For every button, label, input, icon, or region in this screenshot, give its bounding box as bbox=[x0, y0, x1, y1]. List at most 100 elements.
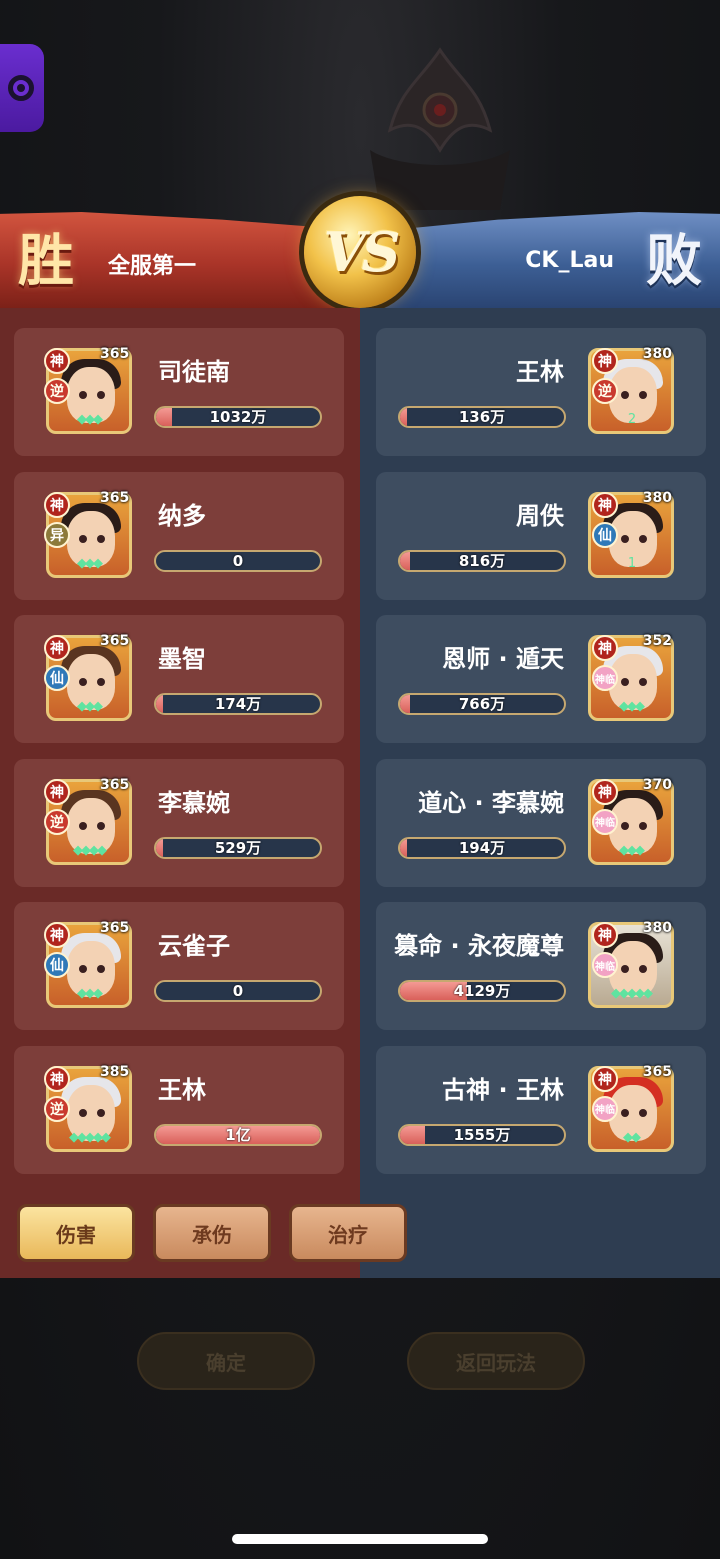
star-gems: ◆◆◆ bbox=[77, 699, 103, 714]
star-gems: ◆◆ bbox=[623, 1129, 641, 1145]
hero-level: 365 bbox=[100, 346, 130, 362]
damage-value: 766万 bbox=[458, 695, 506, 713]
damage-bar: 136万 bbox=[398, 406, 566, 428]
back-to-mode-button[interactable]: 返回玩法 bbox=[407, 1332, 585, 1390]
hero-card[interactable]: ◆◆◆ 365 神仙 墨智 174万 bbox=[14, 615, 344, 743]
hero-card[interactable]: ◆◆◆ 365 神异 纳多 0 bbox=[14, 471, 344, 600]
damage-value: 1032万 bbox=[209, 408, 267, 426]
hero-eye bbox=[639, 391, 647, 399]
hero-card[interactable]: 2 380 神逆 王林 136万 bbox=[376, 328, 706, 456]
floating-record-button[interactable] bbox=[0, 44, 44, 132]
star-gems: ◆◆◆ bbox=[77, 555, 103, 571]
hero-name: 云雀子 bbox=[158, 932, 230, 960]
rank-tag-icon: 神 bbox=[592, 1065, 618, 1092]
hero-level: 380 bbox=[642, 920, 672, 936]
star-gems: ◆◆◆◆◆ bbox=[69, 1129, 111, 1145]
damage-value: 1555万 bbox=[453, 1125, 511, 1144]
star-gems: ◆◆◆◆◆ bbox=[611, 986, 653, 1001]
hero-eye bbox=[79, 534, 87, 543]
hero-eye bbox=[639, 965, 647, 973]
hero-eye bbox=[97, 965, 105, 973]
win-label: 胜 bbox=[18, 228, 74, 294]
faction-tag-icon: 仙 bbox=[592, 521, 618, 548]
faction-tag-icon: 逆 bbox=[592, 378, 618, 404]
faction-tag-icon: 神临 bbox=[592, 808, 618, 835]
damage-value: 174万 bbox=[214, 695, 262, 713]
hero-card[interactable]: ◆◆◆ 370 神神临 道心 · 李慕婉 194万 bbox=[376, 758, 706, 887]
hero-eye bbox=[97, 534, 105, 543]
rank-tag-icon: 神 bbox=[44, 922, 70, 948]
hero-eye bbox=[97, 821, 105, 830]
rank-tag-icon: 神 bbox=[592, 635, 618, 661]
damage-value: 194万 bbox=[458, 838, 506, 857]
star-gems: ◆◆◆ bbox=[77, 986, 103, 1001]
faction-tag-icon: 神临 bbox=[592, 952, 618, 978]
faction-tag-icon: 仙 bbox=[44, 952, 70, 978]
hero-level: 365 bbox=[100, 920, 130, 936]
hero-name: 司徒南 bbox=[158, 358, 230, 386]
hero-level: 365 bbox=[100, 489, 130, 506]
hero-eye bbox=[79, 821, 87, 830]
hero-eye bbox=[79, 678, 87, 686]
hero-level: 365 bbox=[100, 776, 130, 793]
hero-card[interactable]: ◆◆◆◆◆ 380 神神临 篡命 · 永夜魔尊 4129万 bbox=[376, 902, 706, 1030]
damage-value: 0 bbox=[232, 551, 244, 570]
player-name-left: 全服第一 bbox=[108, 254, 197, 279]
damage-bar: 766万 bbox=[398, 693, 566, 715]
damage-bar: 0 bbox=[154, 980, 322, 1002]
hero-card[interactable]: ◆◆ 365 神神临 古神 · 王林 1555万 bbox=[376, 1045, 706, 1174]
hero-name: 王林 bbox=[158, 1075, 206, 1104]
hero-name: 篡命 · 永夜魔尊 bbox=[394, 932, 564, 960]
hero-eye bbox=[621, 678, 629, 686]
tab-damage[interactable]: 伤害 bbox=[17, 1204, 135, 1262]
faction-tag-icon: 逆 bbox=[44, 1095, 70, 1122]
hero-name: 周佚 bbox=[516, 501, 564, 530]
tab-healing[interactable]: 治疗 bbox=[289, 1204, 407, 1262]
damage-bar: 174万 bbox=[154, 693, 322, 715]
damage-bar: 1亿 bbox=[154, 1123, 322, 1146]
hero-level: 385 bbox=[100, 1063, 130, 1080]
star-gems: ◆◆◆ bbox=[619, 699, 645, 714]
hero-eye bbox=[639, 1108, 647, 1117]
vs-text: VS bbox=[323, 220, 401, 284]
hero-card[interactable]: ◆◆◆ 352 神神临 恩师 · 遁天 766万 bbox=[376, 615, 706, 743]
player-name-right: CK_Lau bbox=[525, 248, 614, 273]
damage-value: 0 bbox=[232, 982, 244, 1000]
damage-bar: 0 bbox=[154, 549, 322, 572]
hero-eye bbox=[621, 391, 629, 399]
hero-eye bbox=[621, 534, 629, 543]
star-gems: ◆◆◆◆ bbox=[73, 842, 107, 858]
hero-card[interactable]: ◆◆◆ 365 神逆 司徒南 1032万 bbox=[14, 328, 344, 456]
hero-level: 365 bbox=[642, 1063, 672, 1080]
damage-bar: 4129万 bbox=[398, 980, 566, 1002]
home-indicator bbox=[232, 1534, 488, 1544]
rank-tag-icon: 神 bbox=[592, 348, 618, 374]
hero-card[interactable]: ◆◆◆◆ 365 神逆 李慕婉 529万 bbox=[14, 758, 344, 887]
star-gems: 2 bbox=[627, 412, 636, 427]
confirm-button[interactable]: 确定 bbox=[137, 1332, 315, 1390]
damage-value: 1亿 bbox=[225, 1125, 251, 1144]
faction-tag-icon: 仙 bbox=[44, 665, 70, 691]
damage-value: 529万 bbox=[214, 838, 262, 857]
rank-tag-icon: 神 bbox=[44, 491, 70, 518]
vs-emblem: VS bbox=[304, 196, 416, 308]
hero-eye bbox=[639, 821, 647, 830]
hero-eye bbox=[79, 1108, 87, 1117]
star-gems: ◆◆◆ bbox=[77, 412, 103, 427]
hero-level: 380 bbox=[642, 346, 672, 362]
hero-name: 李慕婉 bbox=[158, 788, 230, 817]
rank-tag-icon: 神 bbox=[592, 922, 618, 948]
rank-tag-icon: 神 bbox=[44, 348, 70, 374]
damage-bar: 194万 bbox=[398, 836, 566, 859]
hero-card[interactable]: ◆◆◆◆◆ 385 神逆 王林 1亿 bbox=[14, 1045, 344, 1174]
faction-tag-icon: 神临 bbox=[592, 1095, 618, 1122]
hero-eye bbox=[97, 678, 105, 686]
rank-tag-icon: 神 bbox=[44, 778, 70, 805]
faction-tag-icon: 逆 bbox=[44, 378, 70, 404]
faction-tag-icon: 逆 bbox=[44, 808, 70, 835]
tab-damage-taken[interactable]: 承伤 bbox=[153, 1204, 271, 1262]
star-gems: ◆◆◆ bbox=[619, 842, 645, 858]
hero-card[interactable]: ◆◆◆ 365 神仙 云雀子 0 bbox=[14, 902, 344, 1030]
hero-name: 墨智 bbox=[158, 645, 206, 673]
hero-card[interactable]: 1 380 神仙 周佚 816万 bbox=[376, 471, 706, 600]
